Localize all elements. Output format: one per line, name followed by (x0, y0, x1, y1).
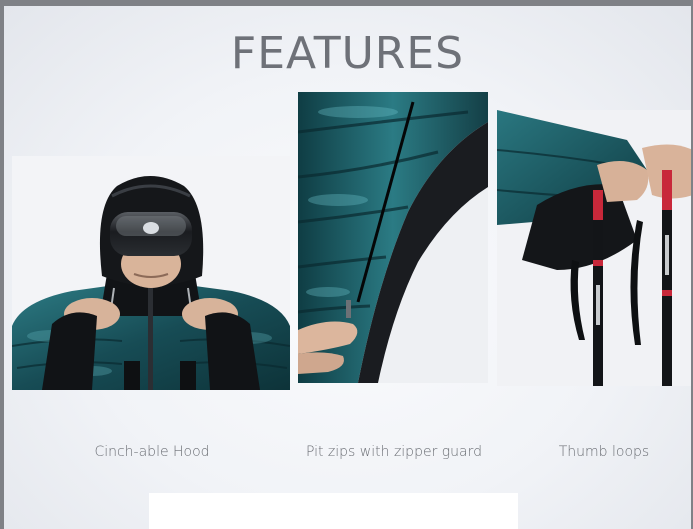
hood-photo (12, 156, 290, 390)
blank-overlay-box (149, 493, 518, 529)
pit-zip-photo (298, 92, 488, 383)
caption-thumb-loops: Thumb loops (558, 444, 650, 460)
thumb-loop-photo (497, 110, 691, 386)
slide-title: FEATURES (230, 28, 465, 79)
caption-pit-zips: Pit zips with zipper guard (305, 444, 483, 460)
slide: FEATURES Cinch-able Hood Pit zips with z… (4, 6, 691, 529)
caption-cinch-hood: Cinch-able Hood (94, 444, 210, 460)
